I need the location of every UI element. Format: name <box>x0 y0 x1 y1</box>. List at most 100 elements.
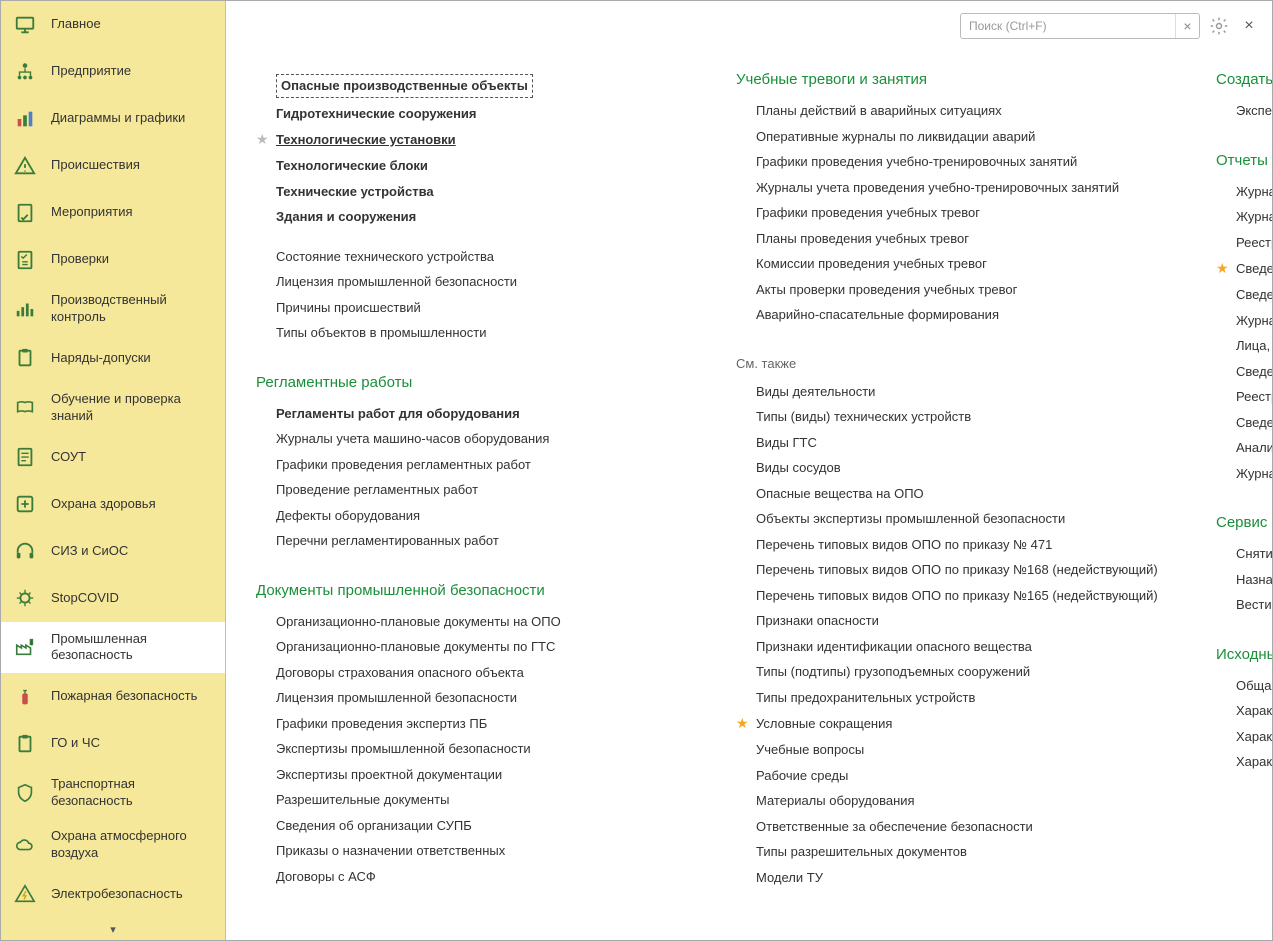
link[interactable]: Реестр <box>1236 233 1272 253</box>
link[interactable]: Состояние технического устройства <box>276 247 494 267</box>
link[interactable]: Оперативные журналы по ликвидации аварий <box>756 127 1035 147</box>
link[interactable]: Виды ГТС <box>756 433 817 453</box>
link[interactable]: Сведения об организации СУПБ <box>276 816 472 836</box>
settings-button[interactable] <box>1208 15 1230 37</box>
sidebar-item-main[interactable]: Главное <box>1 1 225 48</box>
link[interactable]: Организационно-плановые документы по ГТС <box>276 637 555 657</box>
link[interactable]: Объекты экспертизы промышленной безопасн… <box>756 509 1065 529</box>
link[interactable]: Анали <box>1236 438 1272 458</box>
link[interactable]: Ответственные за обеспечение безопасност… <box>756 817 1033 837</box>
search-input[interactable] <box>961 19 1175 33</box>
link[interactable]: Графики проведения регламентных работ <box>276 455 531 475</box>
link[interactable]: Лицензия промышленной безопасности <box>276 272 517 292</box>
sidebar-item-events[interactable]: Мероприятия <box>1 189 225 236</box>
sidebar-item-stopcovid[interactable]: StopCOVID <box>1 575 225 622</box>
link[interactable]: Реестр <box>1236 387 1272 407</box>
link[interactable]: Журналы учета проведения учебно-трениров… <box>756 178 1119 198</box>
link[interactable]: Рабочие среды <box>756 766 848 786</box>
link[interactable]: Сведе <box>1236 259 1272 279</box>
link[interactable]: Перечень типовых видов ОПО по приказу № … <box>756 535 1052 555</box>
link[interactable]: Перечень типовых видов ОПО по приказу №1… <box>756 560 1158 580</box>
link[interactable]: Журна <box>1236 311 1272 331</box>
link[interactable]: Журна <box>1236 207 1272 227</box>
link[interactable]: Признаки идентификации опасного вещества <box>756 637 1032 657</box>
link[interactable]: Экспертизы проектной документации <box>276 765 502 785</box>
sidebar-expand-down[interactable]: ▾ <box>1 919 225 940</box>
link[interactable]: Комиссии проведения учебных тревог <box>756 254 987 274</box>
link[interactable]: Сведе <box>1236 285 1272 305</box>
search-clear-button[interactable]: × <box>1175 14 1199 38</box>
link[interactable]: Дефекты оборудования <box>276 506 420 526</box>
link[interactable]: Типы предохранительных устройств <box>756 688 975 708</box>
link[interactable]: Вести <box>1236 595 1272 615</box>
link[interactable]: Аварийно-спасательные формирования <box>756 305 999 325</box>
link[interactable]: Сняти <box>1236 544 1272 564</box>
sidebar-item-training[interactable]: Обучение и проверка знаний <box>1 382 225 434</box>
link-opo[interactable]: Опасные производственные объекты <box>276 74 533 98</box>
content-scroll[interactable]: Опасные производственные объекты Гидроте… <box>226 51 1272 940</box>
link[interactable]: Обща <box>1236 676 1271 696</box>
link[interactable]: Планы действий в аварийных ситуациях <box>756 101 1002 121</box>
link[interactable]: Договоры страхования опасного объекта <box>276 663 524 683</box>
link[interactable]: Назна <box>1236 570 1272 590</box>
link[interactable]: Опасные вещества на ОПО <box>756 484 924 504</box>
sidebar-item-industrial-safety[interactable]: Промышленная безопасность <box>1 622 225 674</box>
link-gts[interactable]: Гидротехнические сооружения <box>276 104 477 124</box>
sidebar-item-ppe[interactable]: СИЗ и СиОС <box>1 528 225 575</box>
link[interactable]: Графики проведения учебно-тренировочных … <box>756 152 1077 172</box>
close-button[interactable]: × <box>1238 15 1260 37</box>
link[interactable]: Типы объектов в промышленности <box>276 323 486 343</box>
link[interactable]: Лица, <box>1236 336 1270 356</box>
sidebar-item-health[interactable]: Охрана здоровья <box>1 481 225 528</box>
link[interactable]: Журна <box>1236 464 1272 484</box>
link[interactable]: Перечни регламентированных работ <box>276 531 499 551</box>
link[interactable]: Условные сокращения <box>756 714 892 734</box>
sidebar-item-prod-control[interactable]: Производственный контроль <box>1 283 225 335</box>
link-tech-devices[interactable]: Технические устройства <box>276 182 434 202</box>
link[interactable]: Экспертизы промышленной безопасности <box>276 739 531 759</box>
link[interactable]: Учебные вопросы <box>756 740 864 760</box>
link[interactable]: Материалы оборудования <box>756 791 915 811</box>
sidebar-item-enterprise[interactable]: Предприятие <box>1 48 225 95</box>
link[interactable]: Характ <box>1236 701 1272 721</box>
link[interactable]: Типы (виды) технических устройств <box>756 407 971 427</box>
sidebar-item-incidents[interactable]: Происшествия <box>1 142 225 189</box>
sidebar-item-fire-safety[interactable]: Пожарная безопасность <box>1 673 225 720</box>
link[interactable]: Модели ТУ <box>756 868 823 888</box>
sidebar-item-checks[interactable]: Проверки <box>1 236 225 283</box>
link[interactable]: Разрешительные документы <box>276 790 449 810</box>
link[interactable]: Причины происшествий <box>276 298 421 318</box>
link[interactable]: Типы разрешительных документов <box>756 842 967 862</box>
sidebar-item-electro[interactable]: Электробезопасность <box>1 871 225 918</box>
link[interactable]: Характ <box>1236 727 1272 747</box>
link[interactable]: Приказы о назначении ответственных <box>276 841 505 861</box>
sidebar-item-sout[interactable]: СОУТ <box>1 434 225 481</box>
link[interactable]: Журналы учета машино-часов оборудования <box>276 429 549 449</box>
link[interactable]: Признаки опасности <box>756 611 879 631</box>
link-tech-blocks[interactable]: Технологические блоки <box>276 156 428 176</box>
link[interactable]: Виды сосудов <box>756 458 841 478</box>
link[interactable]: Договоры с АСФ <box>276 867 376 887</box>
sidebar-item-transport[interactable]: Транспортная безопасность <box>1 767 225 819</box>
sidebar-item-permits[interactable]: Наряды-допуски <box>1 335 225 382</box>
link[interactable]: Графики проведения учебных тревог <box>756 203 980 223</box>
link[interactable]: Журна <box>1236 182 1272 202</box>
sidebar-item-atmosphere[interactable]: Охрана атмосферного воздуха <box>1 819 225 871</box>
link[interactable]: Виды деятельности <box>756 382 875 402</box>
link[interactable]: Экспе <box>1236 101 1272 121</box>
link-buildings[interactable]: Здания и сооружения <box>276 207 416 227</box>
link[interactable]: Регламенты работ для оборудования <box>276 404 520 424</box>
link[interactable]: Перечень типовых видов ОПО по приказу №1… <box>756 586 1158 606</box>
sidebar-item-go-chs[interactable]: ГО и ЧС <box>1 720 225 767</box>
link[interactable]: Акты проверки проведения учебных тревог <box>756 280 1017 300</box>
link[interactable]: Характ <box>1236 752 1272 772</box>
link[interactable]: Сведе <box>1236 362 1272 382</box>
link-tech-units[interactable]: Технологические установки <box>276 130 456 150</box>
link[interactable]: Графики проведения экспертиз ПБ <box>276 714 487 734</box>
link[interactable]: Лицензия промышленной безопасности <box>276 688 517 708</box>
link[interactable]: Проведение регламентных работ <box>276 480 478 500</box>
link[interactable]: Организационно-плановые документы на ОПО <box>276 612 561 632</box>
link[interactable]: Планы проведения учебных тревог <box>756 229 969 249</box>
link[interactable]: Сведе <box>1236 413 1272 433</box>
link[interactable]: Типы (подтипы) грузоподъемных сооружений <box>756 662 1030 682</box>
